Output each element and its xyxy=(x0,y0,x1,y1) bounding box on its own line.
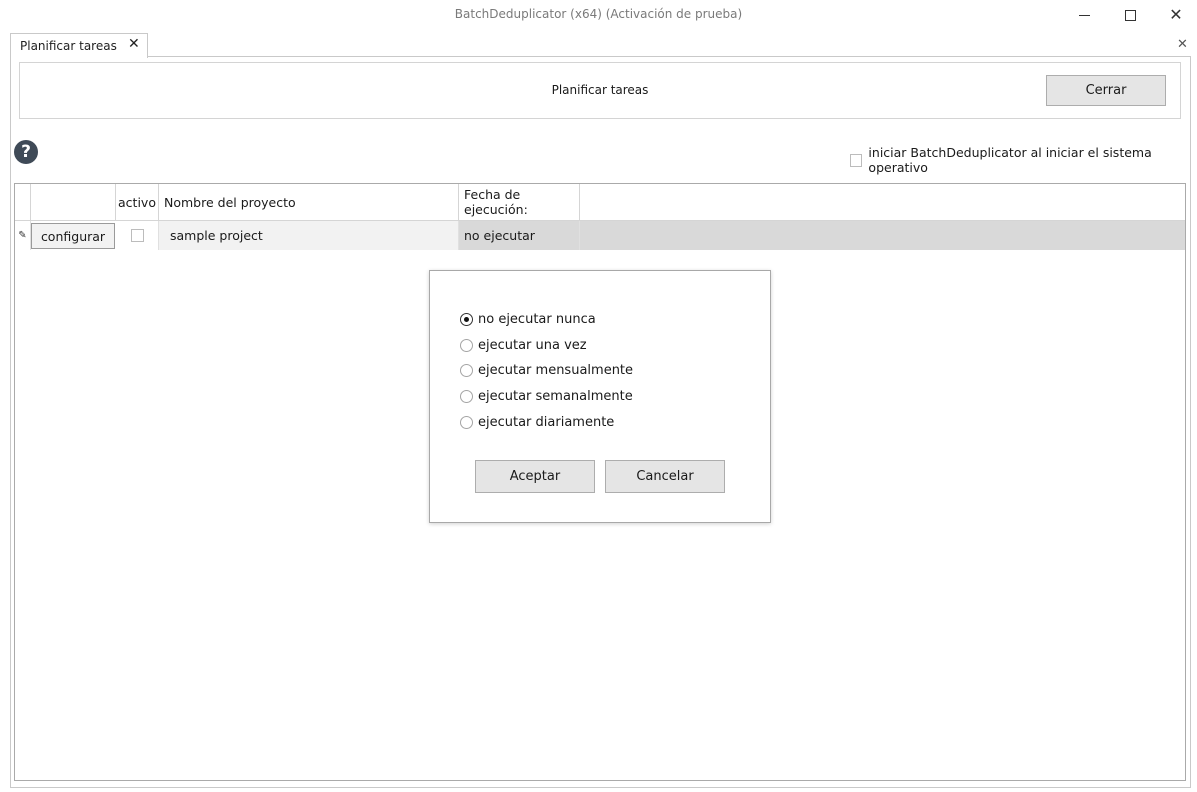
table-cell-run-date[interactable]: no ejecutar xyxy=(459,221,580,250)
panel-header: Planificar tareas Cerrar xyxy=(19,62,1181,119)
radio-label[interactable]: no ejecutar nunca xyxy=(478,312,596,327)
radio-once[interactable] xyxy=(460,339,473,352)
column-header-active[interactable]: activo xyxy=(116,184,159,221)
panel-close-icon[interactable]: ✕ xyxy=(1177,37,1188,52)
maximize-button[interactable] xyxy=(1107,0,1153,30)
minimize-button[interactable] xyxy=(1061,0,1107,30)
radio-label[interactable]: ejecutar semanalmente xyxy=(478,389,633,404)
column-header-configure xyxy=(31,184,116,221)
autostart-label[interactable]: iniciar BatchDeduplicator al iniciar el … xyxy=(868,145,1197,175)
autostart-checkbox[interactable] xyxy=(850,153,863,167)
radio-option-monthly[interactable]: ejecutar mensualmente xyxy=(460,363,633,378)
active-checkbox[interactable] xyxy=(130,229,144,242)
radio-option-never[interactable]: no ejecutar nunca xyxy=(460,312,596,327)
column-header-project-name[interactable]: Nombre del proyecto xyxy=(159,184,459,221)
pencil-icon: ✎ xyxy=(18,230,27,241)
row-header-corner xyxy=(15,184,31,221)
schedule-dialog: no ejecutar nunca ejecutar una vez ejecu… xyxy=(429,270,771,523)
autostart-option[interactable]: iniciar BatchDeduplicator al iniciar el … xyxy=(850,145,1197,175)
table-row-header[interactable]: ✎ xyxy=(15,221,31,250)
radio-label[interactable]: ejecutar una vez xyxy=(478,338,587,353)
tab-label: Planificar tareas xyxy=(20,39,117,53)
configure-button[interactable]: configurar xyxy=(31,223,115,249)
radio-weekly[interactable] xyxy=(460,390,473,403)
close-icon: ✕ xyxy=(1169,5,1183,24)
question-circle-icon[interactable]: ? xyxy=(14,140,38,164)
radio-monthly[interactable] xyxy=(460,364,473,377)
window-close-button[interactable]: ✕ xyxy=(1153,0,1197,30)
title-bar: BatchDeduplicator (x64) (Activación de p… xyxy=(0,0,1197,30)
accept-button[interactable]: Aceptar xyxy=(475,460,595,493)
radio-option-once[interactable]: ejecutar una vez xyxy=(460,338,587,353)
window-title: BatchDeduplicator (x64) (Activación de p… xyxy=(454,7,743,21)
radio-never[interactable] xyxy=(460,313,473,326)
tab-planificar-tareas[interactable]: Planificar tareas ✕ xyxy=(10,33,148,58)
radio-option-daily[interactable]: ejecutar diariamente xyxy=(460,415,614,430)
column-header-run-date[interactable]: Fecha de ejecución: xyxy=(459,184,580,221)
close-panel-button[interactable]: Cerrar xyxy=(1046,75,1166,106)
table-cell-project-name[interactable]: sample project xyxy=(159,221,459,250)
tab-close-icon[interactable]: ✕ xyxy=(128,36,140,52)
table-cell-active xyxy=(116,221,159,250)
radio-daily[interactable] xyxy=(460,416,473,429)
radio-option-weekly[interactable]: ejecutar semanalmente xyxy=(460,389,633,404)
maximize-icon xyxy=(1124,9,1136,21)
cancel-button[interactable]: Cancelar xyxy=(605,460,725,493)
radio-label[interactable]: ejecutar diariamente xyxy=(478,415,614,430)
table-row-filler xyxy=(580,221,1185,250)
minimize-icon xyxy=(1078,14,1090,16)
column-header-filler xyxy=(580,184,1185,221)
page-title: Planificar tareas xyxy=(551,83,649,97)
radio-label[interactable]: ejecutar mensualmente xyxy=(478,363,633,378)
